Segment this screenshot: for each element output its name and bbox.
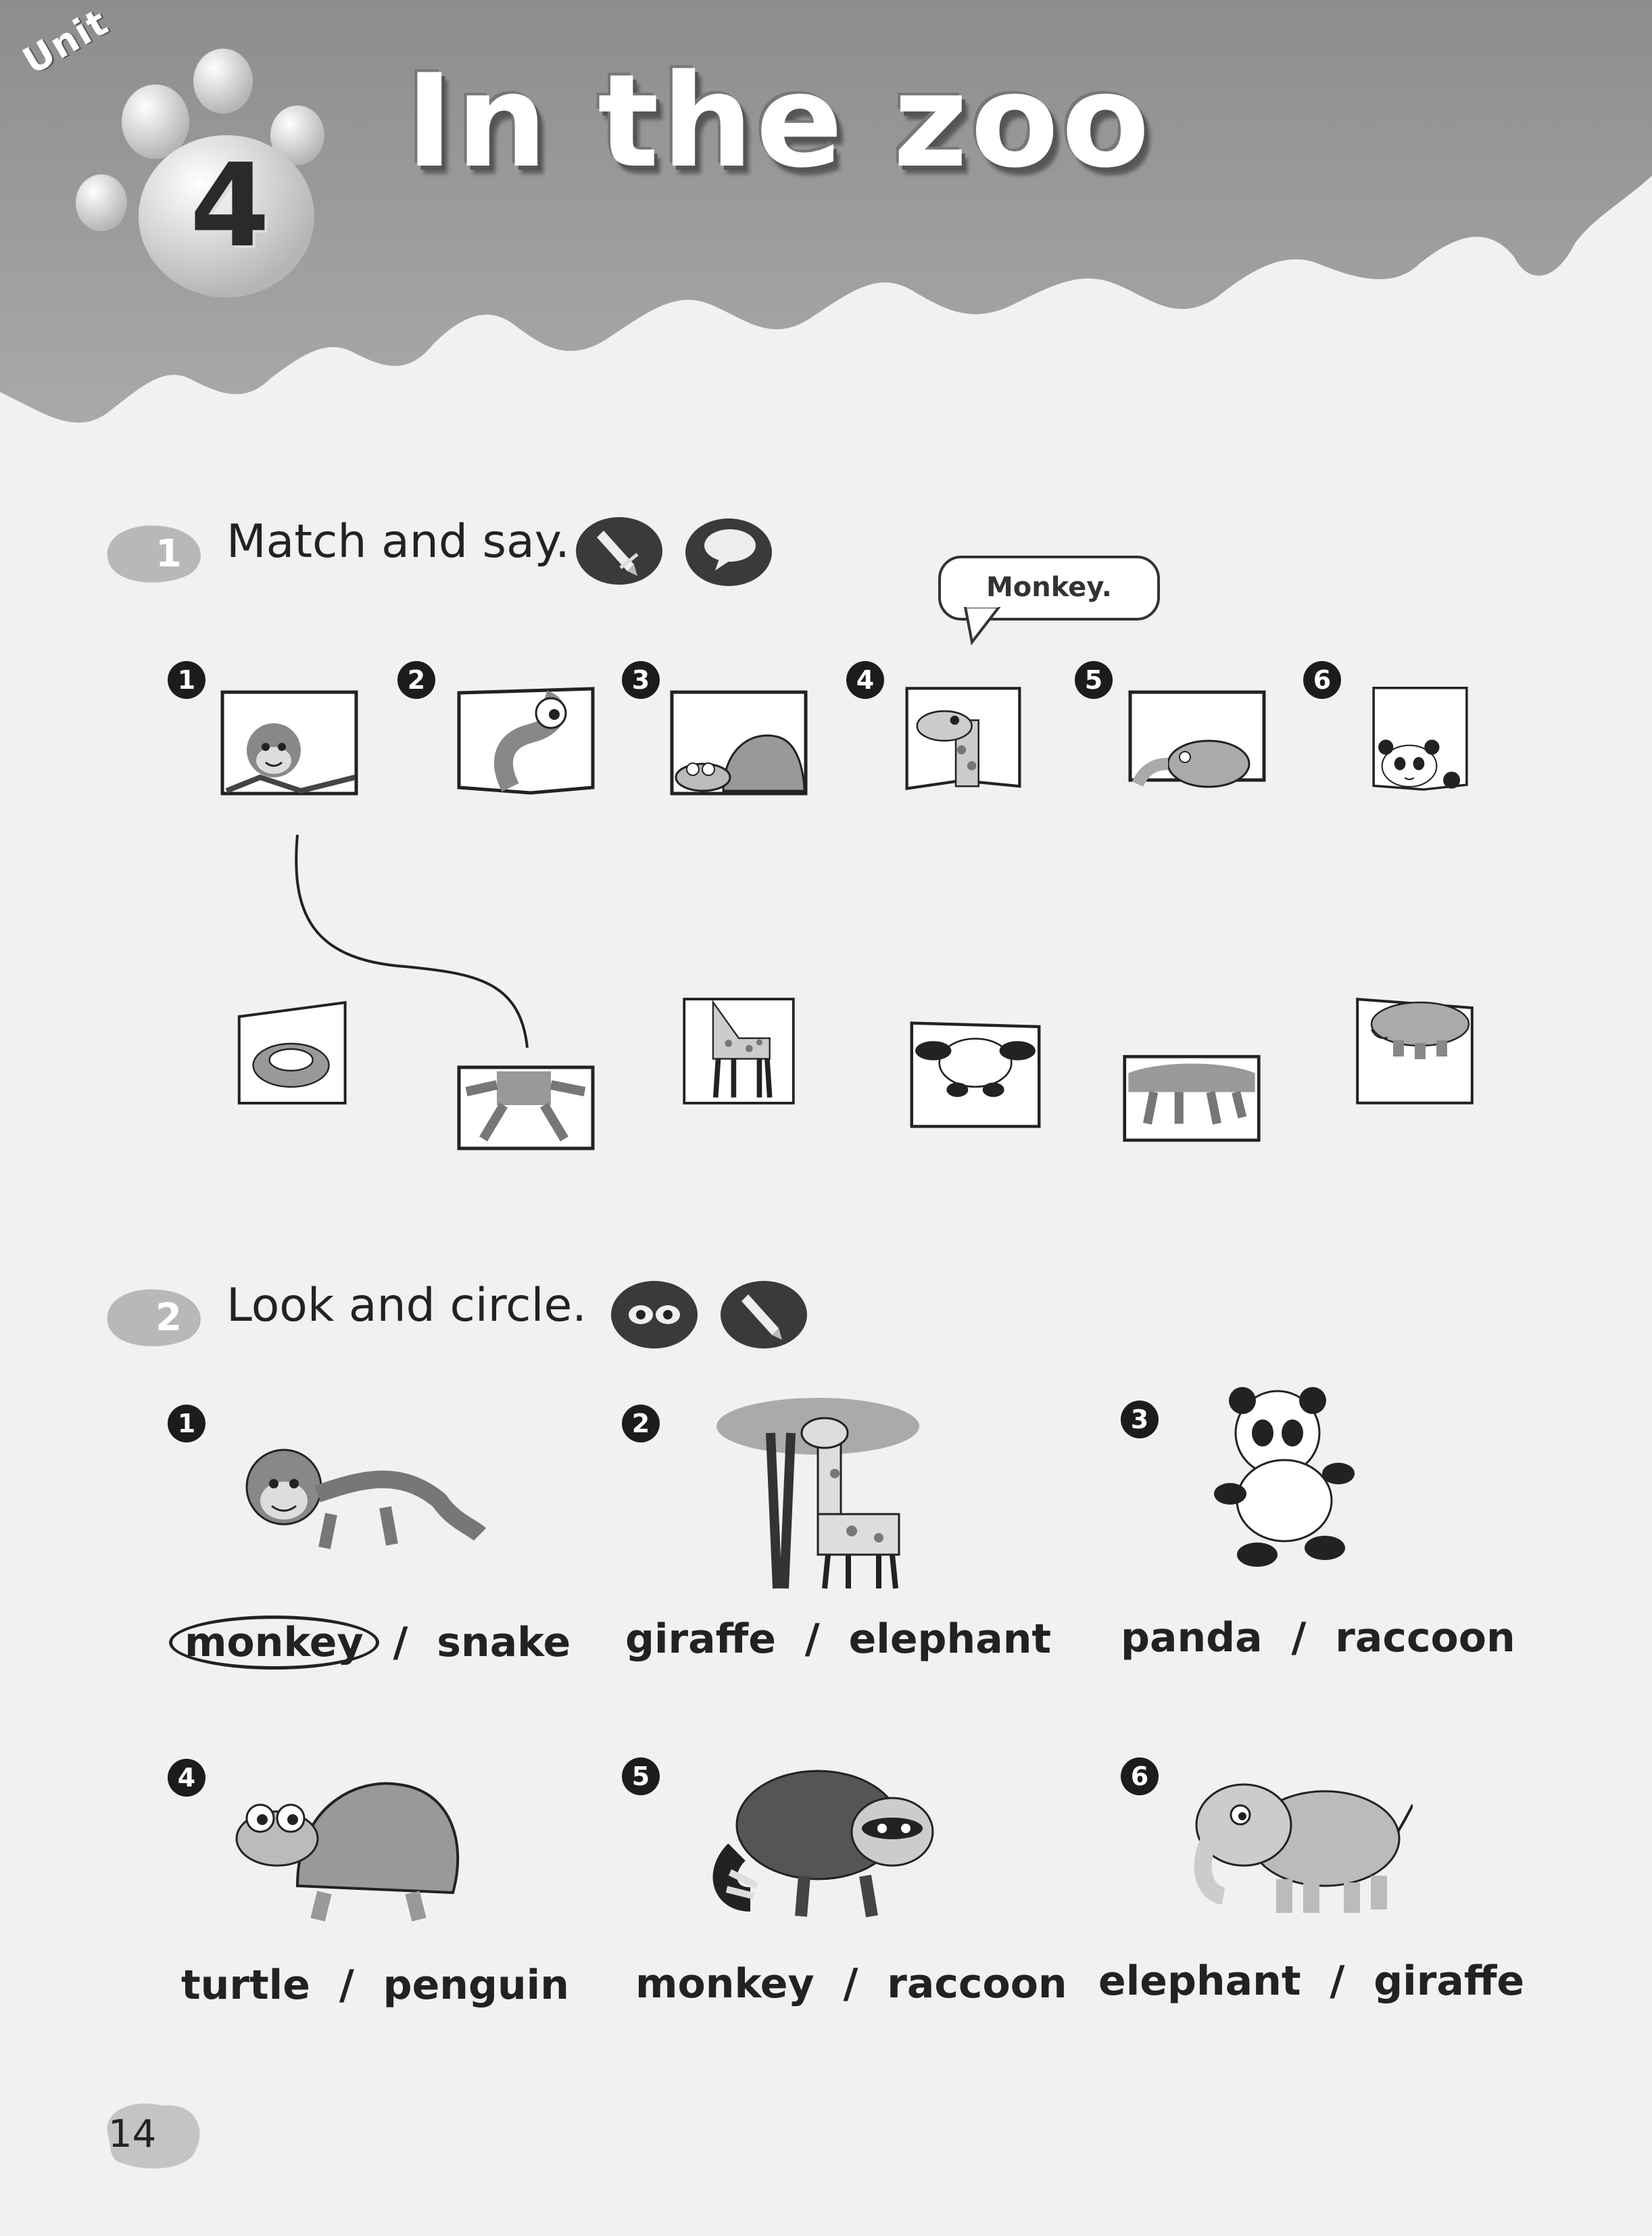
option-monkey-circled[interactable]: monkey [169, 1615, 379, 1670]
card-elephant-body[interactable] [1345, 997, 1484, 1105]
choice-row-3: panda / raccoon [1121, 1614, 1515, 1661]
choice-row-2: giraffe / elephant [625, 1615, 1051, 1663]
page-number: 14 [108, 2112, 157, 2156]
separator: / [804, 1615, 820, 1663]
card-monkey-head[interactable] [220, 689, 359, 798]
card-turtle-head[interactable] [669, 689, 808, 798]
exercise-2-badge: 2 [107, 1289, 201, 1346]
card-panda-head[interactable] [1351, 686, 1490, 794]
separator: / [1291, 1614, 1307, 1661]
pencil-icon [576, 517, 662, 585]
option-monkey[interactable]: monkey [635, 1960, 815, 2008]
page-title: In the zoo [406, 47, 1152, 196]
card-giraffe-head[interactable] [894, 686, 1033, 794]
option-elephant[interactable]: elephant [1098, 1958, 1301, 2005]
separator: / [843, 1960, 858, 2008]
choice-row-6: elephant / giraffe [1098, 1958, 1524, 2005]
ex1-number-4: 4 [846, 661, 884, 699]
raccoon-image [712, 1770, 934, 1918]
exercise-1-instruction: Match and say. [226, 515, 570, 568]
option-turtle[interactable]: turtle [181, 1962, 310, 2009]
giraffe-image [716, 1398, 919, 1589]
option-raccoon[interactable]: raccoon [1335, 1614, 1515, 1661]
option-snake[interactable]: snake [437, 1619, 570, 1666]
ex2-number-1: 1 [168, 1405, 205, 1442]
ex1-number-1: 1 [168, 661, 205, 699]
choice-row-5: monkey / raccoon [635, 1960, 1067, 2008]
option-elephant[interactable]: elephant [849, 1615, 1052, 1663]
exercise-2-instruction: Look and circle. [226, 1279, 587, 1332]
ex1-number-5: 5 [1075, 661, 1113, 699]
ex1-number-2: 2 [397, 661, 435, 699]
ex2-number-5: 5 [622, 1757, 660, 1795]
card-panda-body[interactable] [906, 1021, 1045, 1129]
card-elephant-head[interactable] [1127, 689, 1267, 798]
ex2-number-2: 2 [622, 1405, 660, 1442]
card-monkey-legs[interactable] [456, 1054, 596, 1163]
choice-row-4: turtle / penguin [181, 1962, 569, 2009]
ex2-number-6: 6 [1121, 1757, 1159, 1795]
ex2-number-4: 4 [168, 1759, 205, 1797]
speech-bubble-icon [685, 518, 772, 586]
choice-row-1: monkey / snake [169, 1615, 570, 1670]
option-penguin[interactable]: penguin [383, 1962, 569, 2009]
ex1-number-6: 6 [1303, 661, 1341, 699]
separator: / [393, 1619, 408, 1666]
speech-bubble-tail [963, 607, 1001, 646]
ex2-number-3: 3 [1121, 1401, 1159, 1438]
exercise-1-badge: 1 [107, 525, 201, 583]
pencil-icon [721, 1281, 807, 1348]
ex1-number-3: 3 [622, 661, 660, 699]
option-giraffe[interactable]: giraffe [1374, 1958, 1524, 2005]
option-raccoon[interactable]: raccoon [887, 1960, 1067, 2008]
unit-number: 4 [189, 139, 270, 273]
exercise-2-number: 2 [155, 1296, 182, 1340]
turtle-image [235, 1782, 460, 1922]
card-giraffe-body[interactable] [669, 997, 808, 1105]
exercise-1-number: 1 [155, 532, 182, 576]
option-giraffe[interactable]: giraffe [625, 1615, 776, 1663]
separator: / [1330, 1958, 1345, 2005]
monkey-image [245, 1449, 487, 1549]
panda-image [1214, 1387, 1355, 1567]
elephant-image [1194, 1783, 1413, 1913]
card-turtle-legs[interactable] [1122, 1044, 1261, 1152]
card-snake-head[interactable] [456, 686, 596, 795]
option-panda[interactable]: panda [1121, 1614, 1263, 1661]
eyes-icon [611, 1281, 698, 1348]
separator: / [339, 1962, 354, 2009]
card-snake-body[interactable] [223, 1000, 362, 1109]
